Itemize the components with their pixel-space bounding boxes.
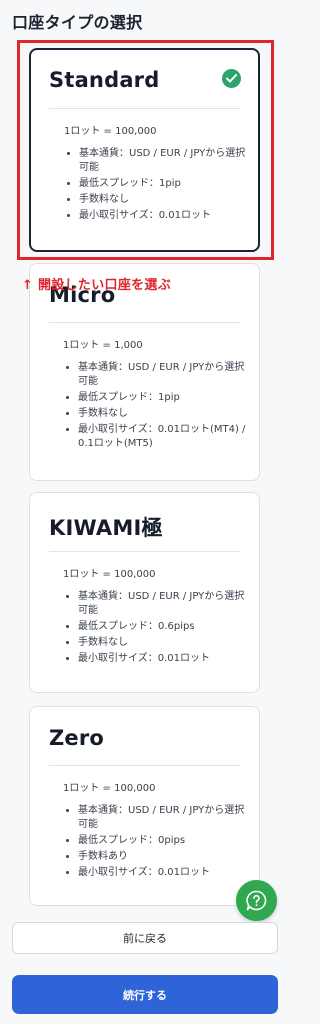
lot-size-text: 1ロット = 100,000 <box>64 126 157 137</box>
account-card-title: Zero <box>49 726 105 750</box>
annotation-label: ↑ 開設したい口座を選ぶ <box>22 278 172 293</box>
feature-item: 最低スプレッド：0pips <box>78 834 248 848</box>
account-card-kiwami[interactable]: KIWAMI極 1ロット = 100,000 基本通貨：USD / EUR / … <box>29 492 260 693</box>
feature-item: 最小取引サイズ：0.01ロット <box>79 209 249 223</box>
help-chat-icon <box>246 890 267 911</box>
continue-button[interactable]: 続行する <box>12 975 278 1014</box>
page-title: 口座タイプの選択 <box>12 13 143 32</box>
lot-size-text: 1ロット = 100,000 <box>63 783 156 794</box>
help-chat-button[interactable] <box>236 880 277 921</box>
feature-list: 基本通貨：USD / EUR / JPYから選択可能 最低スプレッド：0pips… <box>63 804 248 882</box>
feature-list: 基本通貨：USD / EUR / JPYから選択可能 最低スプレッド：1pip … <box>64 147 249 225</box>
account-card-title: KIWAMI極 <box>49 516 163 540</box>
card-divider <box>49 765 240 766</box>
feature-item: 基本通貨：USD / EUR / JPYから選択可能 <box>78 361 248 389</box>
feature-item: 手数料なし <box>79 193 249 207</box>
feature-item: 最小取引サイズ：0.01ロット <box>78 652 248 666</box>
feature-list: 基本通貨：USD / EUR / JPYから選択可能 最低スプレッド：0.6pi… <box>63 590 248 668</box>
feature-item: 手数料なし <box>78 636 248 650</box>
card-divider <box>49 322 240 323</box>
lot-size-text: 1ロット = 1,000 <box>63 340 143 351</box>
account-card-micro[interactable]: Micro 1ロット = 1,000 基本通貨：USD / EUR / JPYか… <box>29 263 260 481</box>
check-circle-icon <box>222 69 241 88</box>
feature-item: 基本通貨：USD / EUR / JPYから選択可能 <box>78 590 248 618</box>
feature-list: 基本通貨：USD / EUR / JPYから選択可能 最低スプレッド：1pip … <box>63 361 248 453</box>
feature-item: 基本通貨：USD / EUR / JPYから選択可能 <box>79 147 249 175</box>
card-divider <box>49 551 240 552</box>
feature-item: 最小取引サイズ：0.01ロット <box>78 866 248 880</box>
back-button[interactable]: 前に戻る <box>12 922 278 954</box>
account-card-title: Standard <box>49 68 160 92</box>
feature-item: 手数料なし <box>78 407 248 421</box>
card-divider <box>49 108 240 109</box>
account-card-zero[interactable]: Zero 1ロット = 100,000 基本通貨：USD / EUR / JPY… <box>29 706 260 906</box>
lot-size-text: 1ロット = 100,000 <box>63 569 156 580</box>
feature-item: 最小取引サイズ：0.01ロット(MT4) / 0.1ロット(MT5) <box>78 423 248 451</box>
account-card-standard[interactable]: Standard 1ロット = 100,000 基本通貨：USD / EUR /… <box>29 48 260 252</box>
feature-item: 最低スプレッド：1pip <box>79 177 249 191</box>
feature-item: 手数料あり <box>78 850 248 864</box>
feature-item: 最低スプレッド：1pip <box>78 391 248 405</box>
feature-item: 最低スプレッド：0.6pips <box>78 620 248 634</box>
feature-item: 基本通貨：USD / EUR / JPYから選択可能 <box>78 804 248 832</box>
